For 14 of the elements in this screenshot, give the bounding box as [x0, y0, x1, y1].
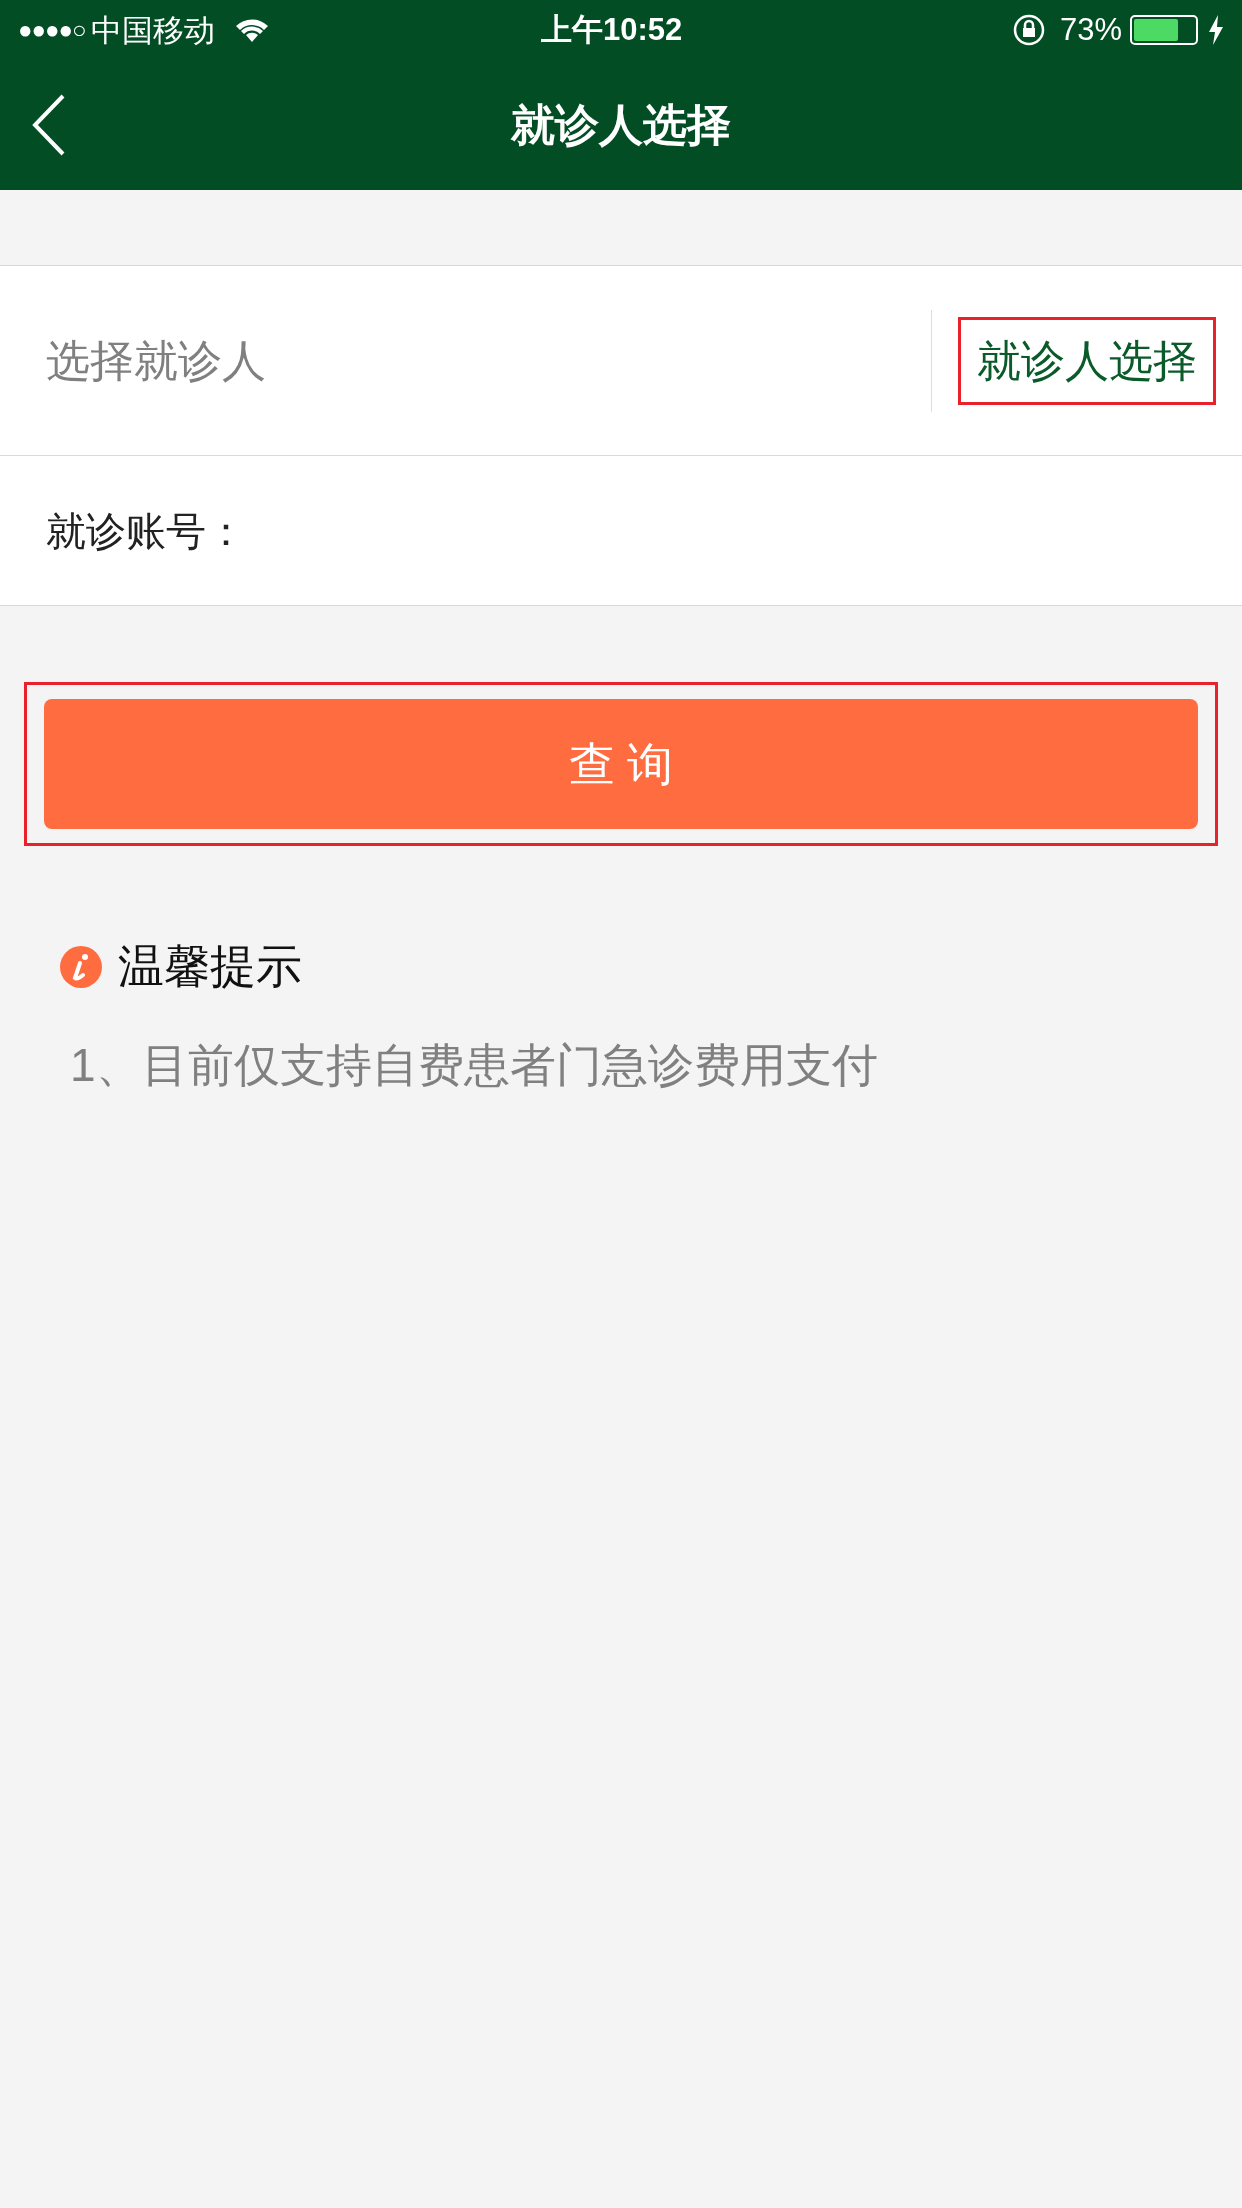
battery-icon [1130, 15, 1198, 45]
account-label: 就诊账号： [46, 507, 246, 555]
patient-field[interactable]: 选择就诊人 [0, 266, 931, 455]
clock-time: 上午10:52 [541, 10, 683, 49]
back-icon [32, 94, 66, 156]
page-title: 就诊人选择 [511, 99, 731, 151]
tips-title: 温馨提示 [118, 939, 302, 994]
carrier-name: 中国移动 [91, 10, 216, 50]
battery-percent: 73% [1059, 10, 1122, 49]
info-icon [60, 945, 102, 988]
signal-strength: ●●●●○ [18, 15, 86, 45]
tip-text: 1、目前仅支持自费患者门急诊费用支付 [70, 1038, 879, 1093]
rotation-lock-icon [1011, 13, 1046, 47]
charging-icon [1208, 15, 1224, 45]
